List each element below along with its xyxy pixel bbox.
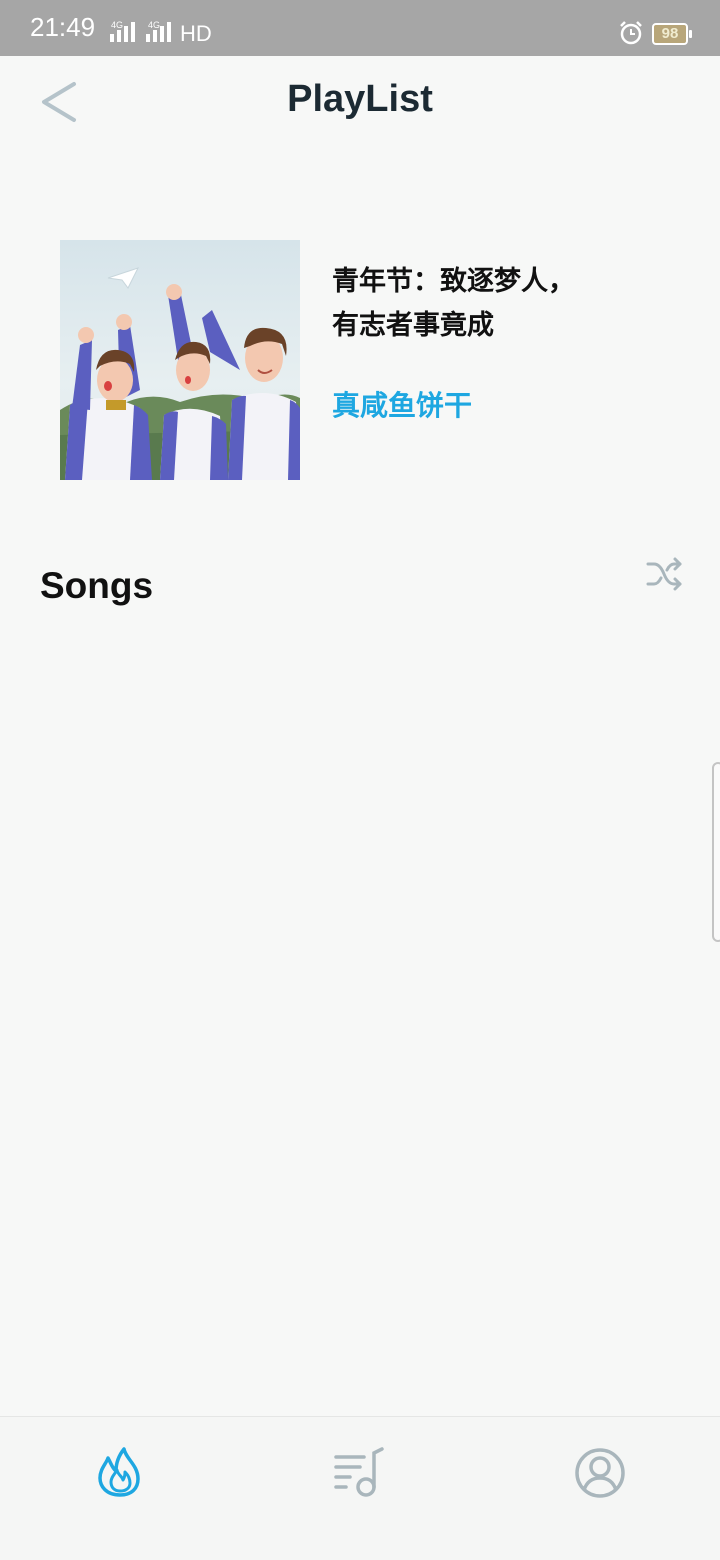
battery-level: 98 [661,25,679,42]
songs-heading: Songs [40,565,154,606]
playlist-music-icon [334,1447,384,1497]
playlist-title-line-2: 有志者事竟成 [332,310,494,341]
hd-indicator: HD [180,21,212,46]
nav-item-hot[interactable] [92,1445,148,1501]
bottom-navigation [0,1416,720,1560]
signal-icon [110,22,135,42]
playlist-author-link[interactable]: 真咸鱼饼干 [332,384,472,424]
alarm-icon [620,21,642,45]
playlist-title-line-1: 青年节：致逐梦人， [332,266,575,297]
shuffle-icon [646,557,682,591]
battery-icon: 98 [652,23,692,45]
user-profile-icon [575,1448,625,1498]
flame-icon [98,1447,140,1497]
nav-item-profile[interactable] [572,1445,628,1501]
nav-item-playlist[interactable] [332,1445,388,1501]
status-time: 21:49 [30,12,96,42]
playlist-cover-image[interactable] [60,240,300,480]
songs-list [0,630,720,1410]
cover-illustration [60,267,300,480]
signal-icon [146,22,171,42]
edge-drawer-handle[interactable] [712,762,720,942]
status-bar: 21:49 4G 4G HD 98 [0,0,720,56]
page-title: PlayList [287,78,433,120]
playlist-title: 青年节：致逐梦人， 有志者事竟成 [332,260,672,348]
shuffle-button[interactable] [644,556,684,592]
